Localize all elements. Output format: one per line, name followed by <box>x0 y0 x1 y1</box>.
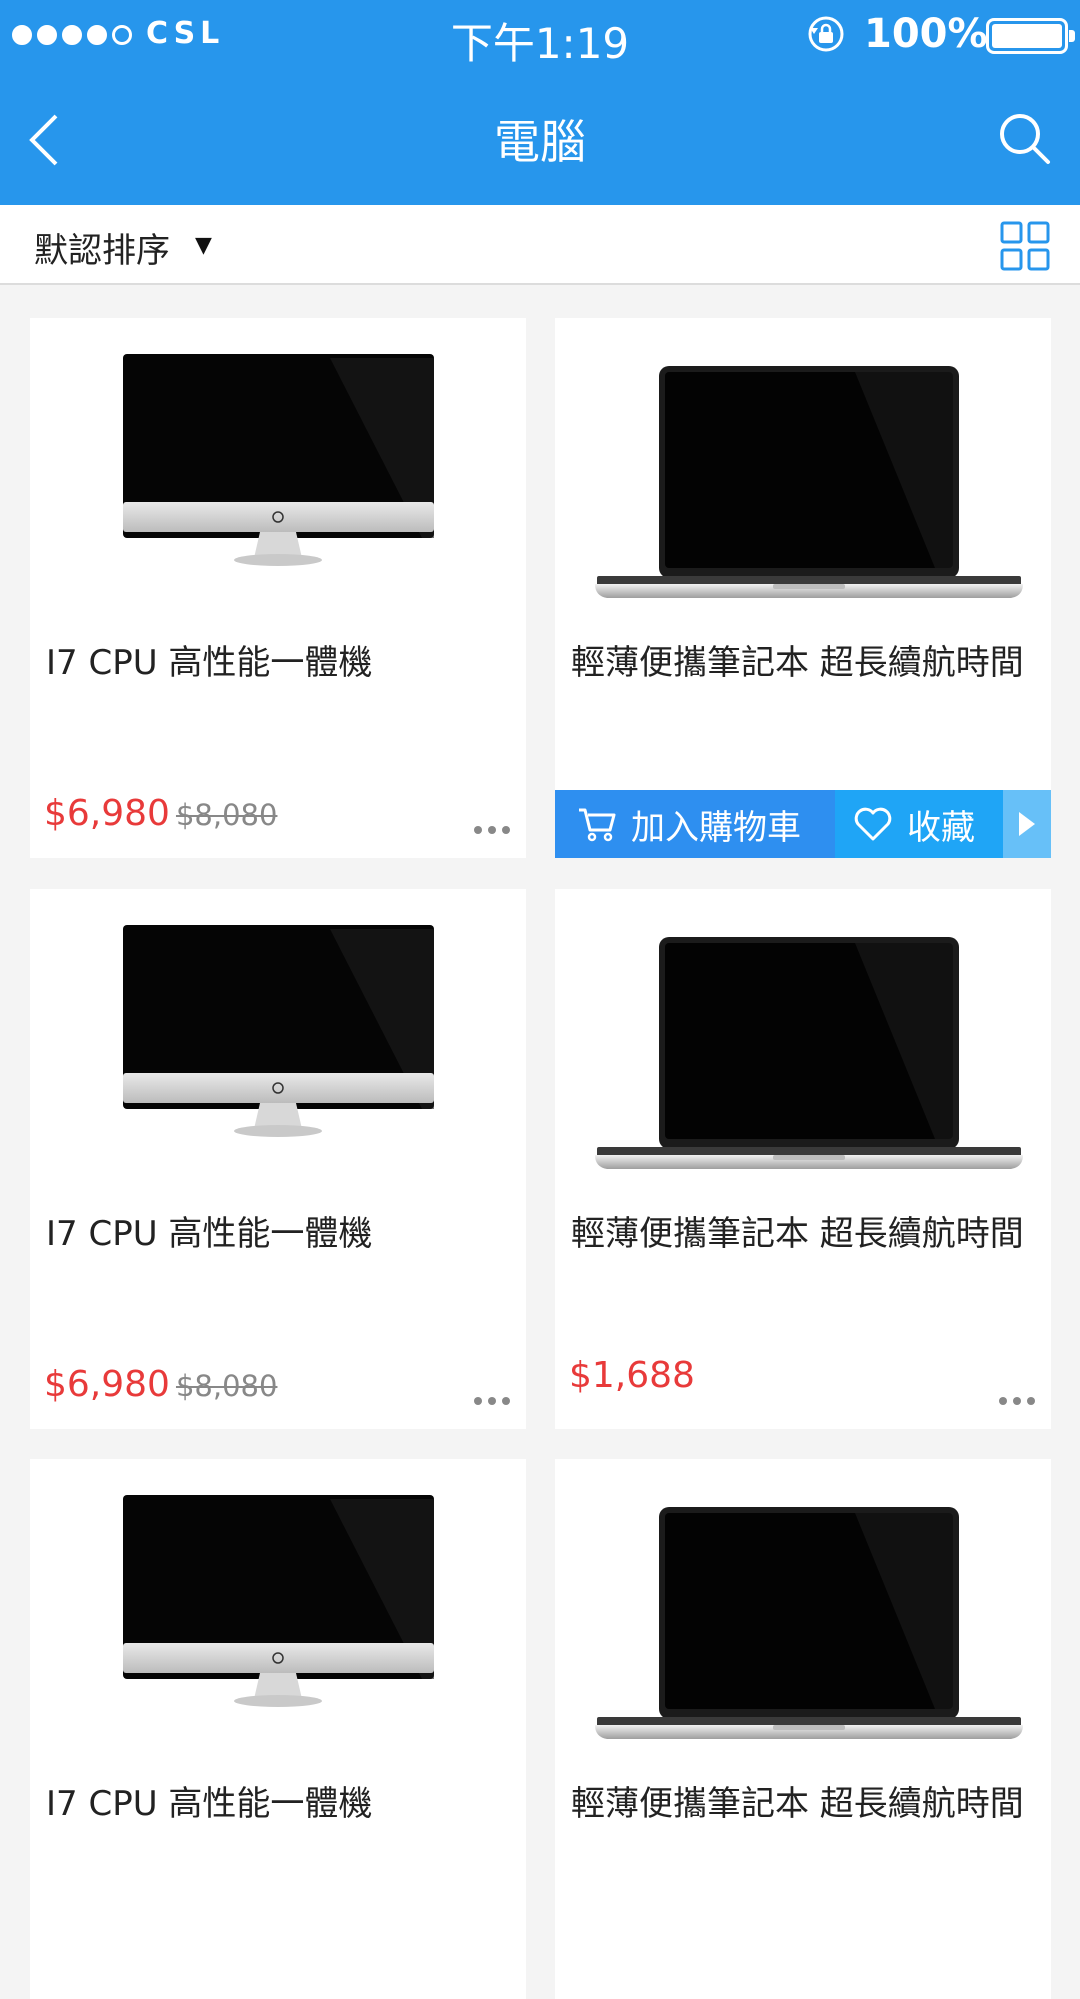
current-price: $6,980 <box>44 1364 170 1405</box>
desktop-computer-image <box>123 354 434 566</box>
rotation-lock-icon <box>808 16 844 52</box>
favorite-label: 收藏 <box>907 807 975 848</box>
sort-dropdown[interactable]: 默認排序 <box>34 223 170 272</box>
heart-icon <box>854 807 892 841</box>
product-title[interactable]: 輕薄便攜筆記本 超長續航時間 <box>571 1783 1031 1825</box>
caret-down-icon[interactable]: ▼ <box>195 233 212 258</box>
page-title: 電腦 <box>494 115 586 169</box>
product-price: $1,688 <box>569 1355 695 1396</box>
more-options-icon[interactable] <box>474 826 510 834</box>
sort-bar: 默認排序 ▼ <box>0 205 1080 285</box>
product-title[interactable]: 輕薄便攜筆記本 超長續航時間 <box>571 642 1031 684</box>
product-card[interactable]: 輕薄便攜筆記本 超長續航時間 $1,688 <box>555 889 1051 1429</box>
laptop-image <box>595 937 1023 1169</box>
play-arrow-icon <box>1019 812 1035 836</box>
product-title[interactable]: 輕薄便攜筆記本 超長續航時間 <box>571 1213 1031 1255</box>
product-card[interactable]: I7 CPU 高性能一體機 $6,980 $8,080 <box>30 318 526 858</box>
top-bar: CSL 下午1:19 100% 電腦 <box>0 0 1080 205</box>
status-bar: CSL 下午1:19 100% <box>0 0 1080 70</box>
product-title[interactable]: I7 CPU 高性能一體機 <box>46 1783 506 1825</box>
original-price: $8,080 <box>175 1369 278 1403</box>
grid-view-icon[interactable] <box>1000 221 1050 271</box>
laptop-image <box>595 1507 1023 1739</box>
product-card[interactable]: I7 CPU 高性能一體機 <box>30 1459 526 1999</box>
current-price: $1,688 <box>569 1355 695 1396</box>
battery-percent: 100% <box>864 11 988 57</box>
add-to-cart-button[interactable]: 加入購物車 <box>555 790 835 858</box>
more-options-icon[interactable] <box>474 1397 510 1405</box>
current-price: $6,980 <box>44 793 170 834</box>
desktop-computer-image <box>123 925 434 1137</box>
desktop-computer-image <box>123 1495 434 1707</box>
product-card[interactable]: I7 CPU 高性能一體機 $6,980 $8,080 <box>30 889 526 1429</box>
original-price: $8,080 <box>175 798 278 832</box>
product-card[interactable]: 輕薄便攜筆記本 超長續航時間加入購物車 收藏 <box>555 318 1051 858</box>
product-price: $6,980 $8,080 <box>44 793 277 834</box>
nav-bar: 電腦 <box>0 70 1080 205</box>
more-options-icon[interactable] <box>999 1397 1035 1405</box>
product-action-bar: 加入購物車 收藏 <box>555 790 1051 858</box>
battery-icon <box>986 18 1075 54</box>
add-to-cart-label: 加入購物車 <box>631 807 801 848</box>
search-icon[interactable] <box>996 110 1052 166</box>
product-title[interactable]: I7 CPU 高性能一體機 <box>46 1213 506 1255</box>
product-price: $6,980 $8,080 <box>44 1364 277 1405</box>
cart-icon <box>579 808 616 842</box>
product-card[interactable]: 輕薄便攜筆記本 超長續航時間 <box>555 1459 1051 1999</box>
laptop-image <box>595 366 1023 598</box>
product-title[interactable]: I7 CPU 高性能一體機 <box>46 642 506 684</box>
expand-actions-button[interactable] <box>1003 790 1051 858</box>
favorite-button[interactable]: 收藏 <box>835 790 1003 858</box>
